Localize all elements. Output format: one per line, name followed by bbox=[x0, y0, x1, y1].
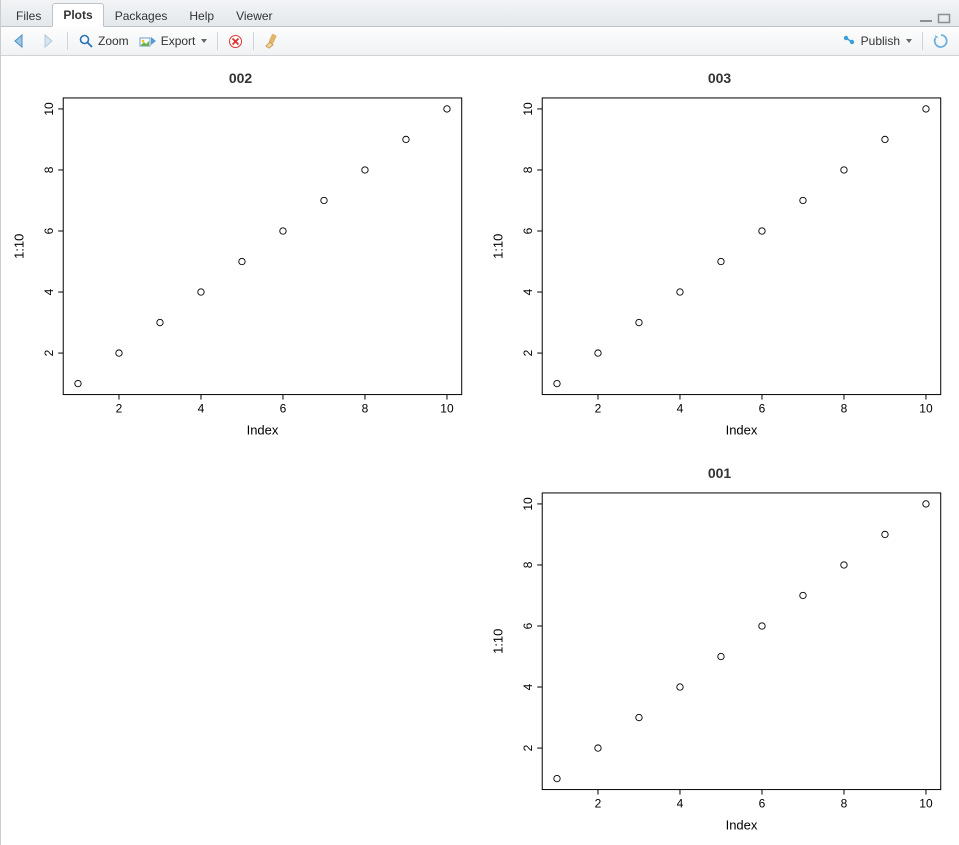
svg-text:8: 8 bbox=[521, 166, 535, 173]
svg-text:10: 10 bbox=[42, 102, 56, 116]
clear-plots-button[interactable] bbox=[260, 31, 284, 51]
next-plot-button[interactable] bbox=[35, 31, 61, 51]
tab-packages[interactable]: Packages bbox=[104, 4, 179, 27]
svg-text:4: 4 bbox=[677, 402, 684, 416]
svg-text:6: 6 bbox=[42, 227, 56, 234]
zoom-button[interactable]: Zoom bbox=[74, 31, 133, 51]
svg-text:2: 2 bbox=[521, 349, 535, 356]
svg-text:6: 6 bbox=[759, 796, 766, 810]
svg-text:6: 6 bbox=[280, 402, 287, 416]
svg-text:1:10: 1:10 bbox=[490, 628, 505, 653]
svg-text:2: 2 bbox=[521, 744, 535, 751]
tab-plots[interactable]: Plots bbox=[52, 3, 103, 27]
svg-text:4: 4 bbox=[677, 796, 684, 810]
pane-tab-bar: Files Plots Packages Help Viewer bbox=[1, 0, 959, 27]
svg-text:1:10: 1:10 bbox=[11, 234, 26, 259]
svg-text:Index: Index bbox=[726, 423, 758, 438]
svg-text:8: 8 bbox=[841, 796, 848, 810]
svg-text:4: 4 bbox=[42, 288, 56, 295]
export-button[interactable]: Export bbox=[135, 31, 212, 51]
chevron-down-icon bbox=[201, 39, 207, 43]
plot-cell-0: 2 4 6 8 10 2 4 6 8 10 Index 1:10 002 bbox=[1, 56, 480, 451]
scatter-plot: 2 4 6 8 10 2 4 6 8 10 Index 1:10 bbox=[480, 451, 959, 845]
svg-text:6: 6 bbox=[521, 622, 535, 629]
plot-title: 001 bbox=[480, 465, 959, 481]
toolbar-separator bbox=[67, 32, 68, 50]
svg-text:4: 4 bbox=[198, 402, 205, 416]
svg-text:8: 8 bbox=[42, 166, 56, 173]
svg-text:2: 2 bbox=[42, 349, 56, 356]
svg-text:10: 10 bbox=[919, 796, 933, 810]
svg-text:6: 6 bbox=[759, 402, 766, 416]
svg-text:10: 10 bbox=[440, 402, 454, 416]
svg-text:8: 8 bbox=[362, 402, 369, 416]
plot-cell-1: 2 4 6 8 10 2 4 6 8 10 Index 1:10 003 bbox=[480, 56, 959, 451]
tab-files[interactable]: Files bbox=[5, 4, 52, 27]
svg-text:1:10: 1:10 bbox=[490, 234, 505, 259]
scatter-plot: 2 4 6 8 10 2 4 6 8 10 Index 1:10 bbox=[480, 56, 959, 451]
toolbar-separator bbox=[922, 32, 923, 50]
chevron-down-icon bbox=[906, 39, 912, 43]
svg-text:2: 2 bbox=[116, 402, 123, 416]
svg-text:10: 10 bbox=[521, 496, 535, 510]
plot-title: 002 bbox=[1, 70, 480, 86]
refresh-button[interactable] bbox=[929, 31, 953, 51]
svg-text:Index: Index bbox=[247, 423, 279, 438]
publish-button[interactable]: Publish bbox=[837, 31, 916, 51]
scatter-plot: 2 4 6 8 10 2 4 6 8 10 Index 1:10 bbox=[1, 56, 480, 451]
minimize-pane-icon[interactable] bbox=[919, 13, 933, 24]
svg-text:10: 10 bbox=[521, 102, 535, 116]
toolbar-separator bbox=[253, 32, 254, 50]
remove-plot-button[interactable] bbox=[224, 32, 247, 51]
plot-cell-3: 2 4 6 8 10 2 4 6 8 10 Index 1:10 001 bbox=[480, 451, 959, 845]
tab-help[interactable]: Help bbox=[178, 4, 225, 27]
svg-text:4: 4 bbox=[521, 683, 535, 690]
plots-toolbar: Zoom Export bbox=[1, 27, 959, 56]
svg-text:2: 2 bbox=[595, 796, 602, 810]
svg-text:8: 8 bbox=[521, 561, 535, 568]
plot-cell-2 bbox=[1, 451, 480, 845]
svg-text:6: 6 bbox=[521, 227, 535, 234]
svg-text:10: 10 bbox=[919, 402, 933, 416]
tab-viewer[interactable]: Viewer bbox=[225, 4, 283, 27]
zoom-label: Zoom bbox=[98, 34, 129, 48]
prev-plot-button[interactable] bbox=[7, 31, 33, 51]
svg-text:4: 4 bbox=[521, 288, 535, 295]
svg-text:Index: Index bbox=[726, 817, 758, 832]
svg-text:2: 2 bbox=[595, 402, 602, 416]
maximize-pane-icon[interactable] bbox=[937, 13, 951, 24]
svg-text:8: 8 bbox=[841, 402, 848, 416]
publish-label: Publish bbox=[861, 34, 900, 48]
toolbar-separator bbox=[217, 32, 218, 50]
export-label: Export bbox=[161, 34, 196, 48]
plot-area: 2 4 6 8 10 2 4 6 8 10 Index 1:10 002 2 4 6 8 10 2 4 6 8 10 Ind… bbox=[1, 56, 959, 845]
plot-title: 003 bbox=[480, 70, 959, 86]
